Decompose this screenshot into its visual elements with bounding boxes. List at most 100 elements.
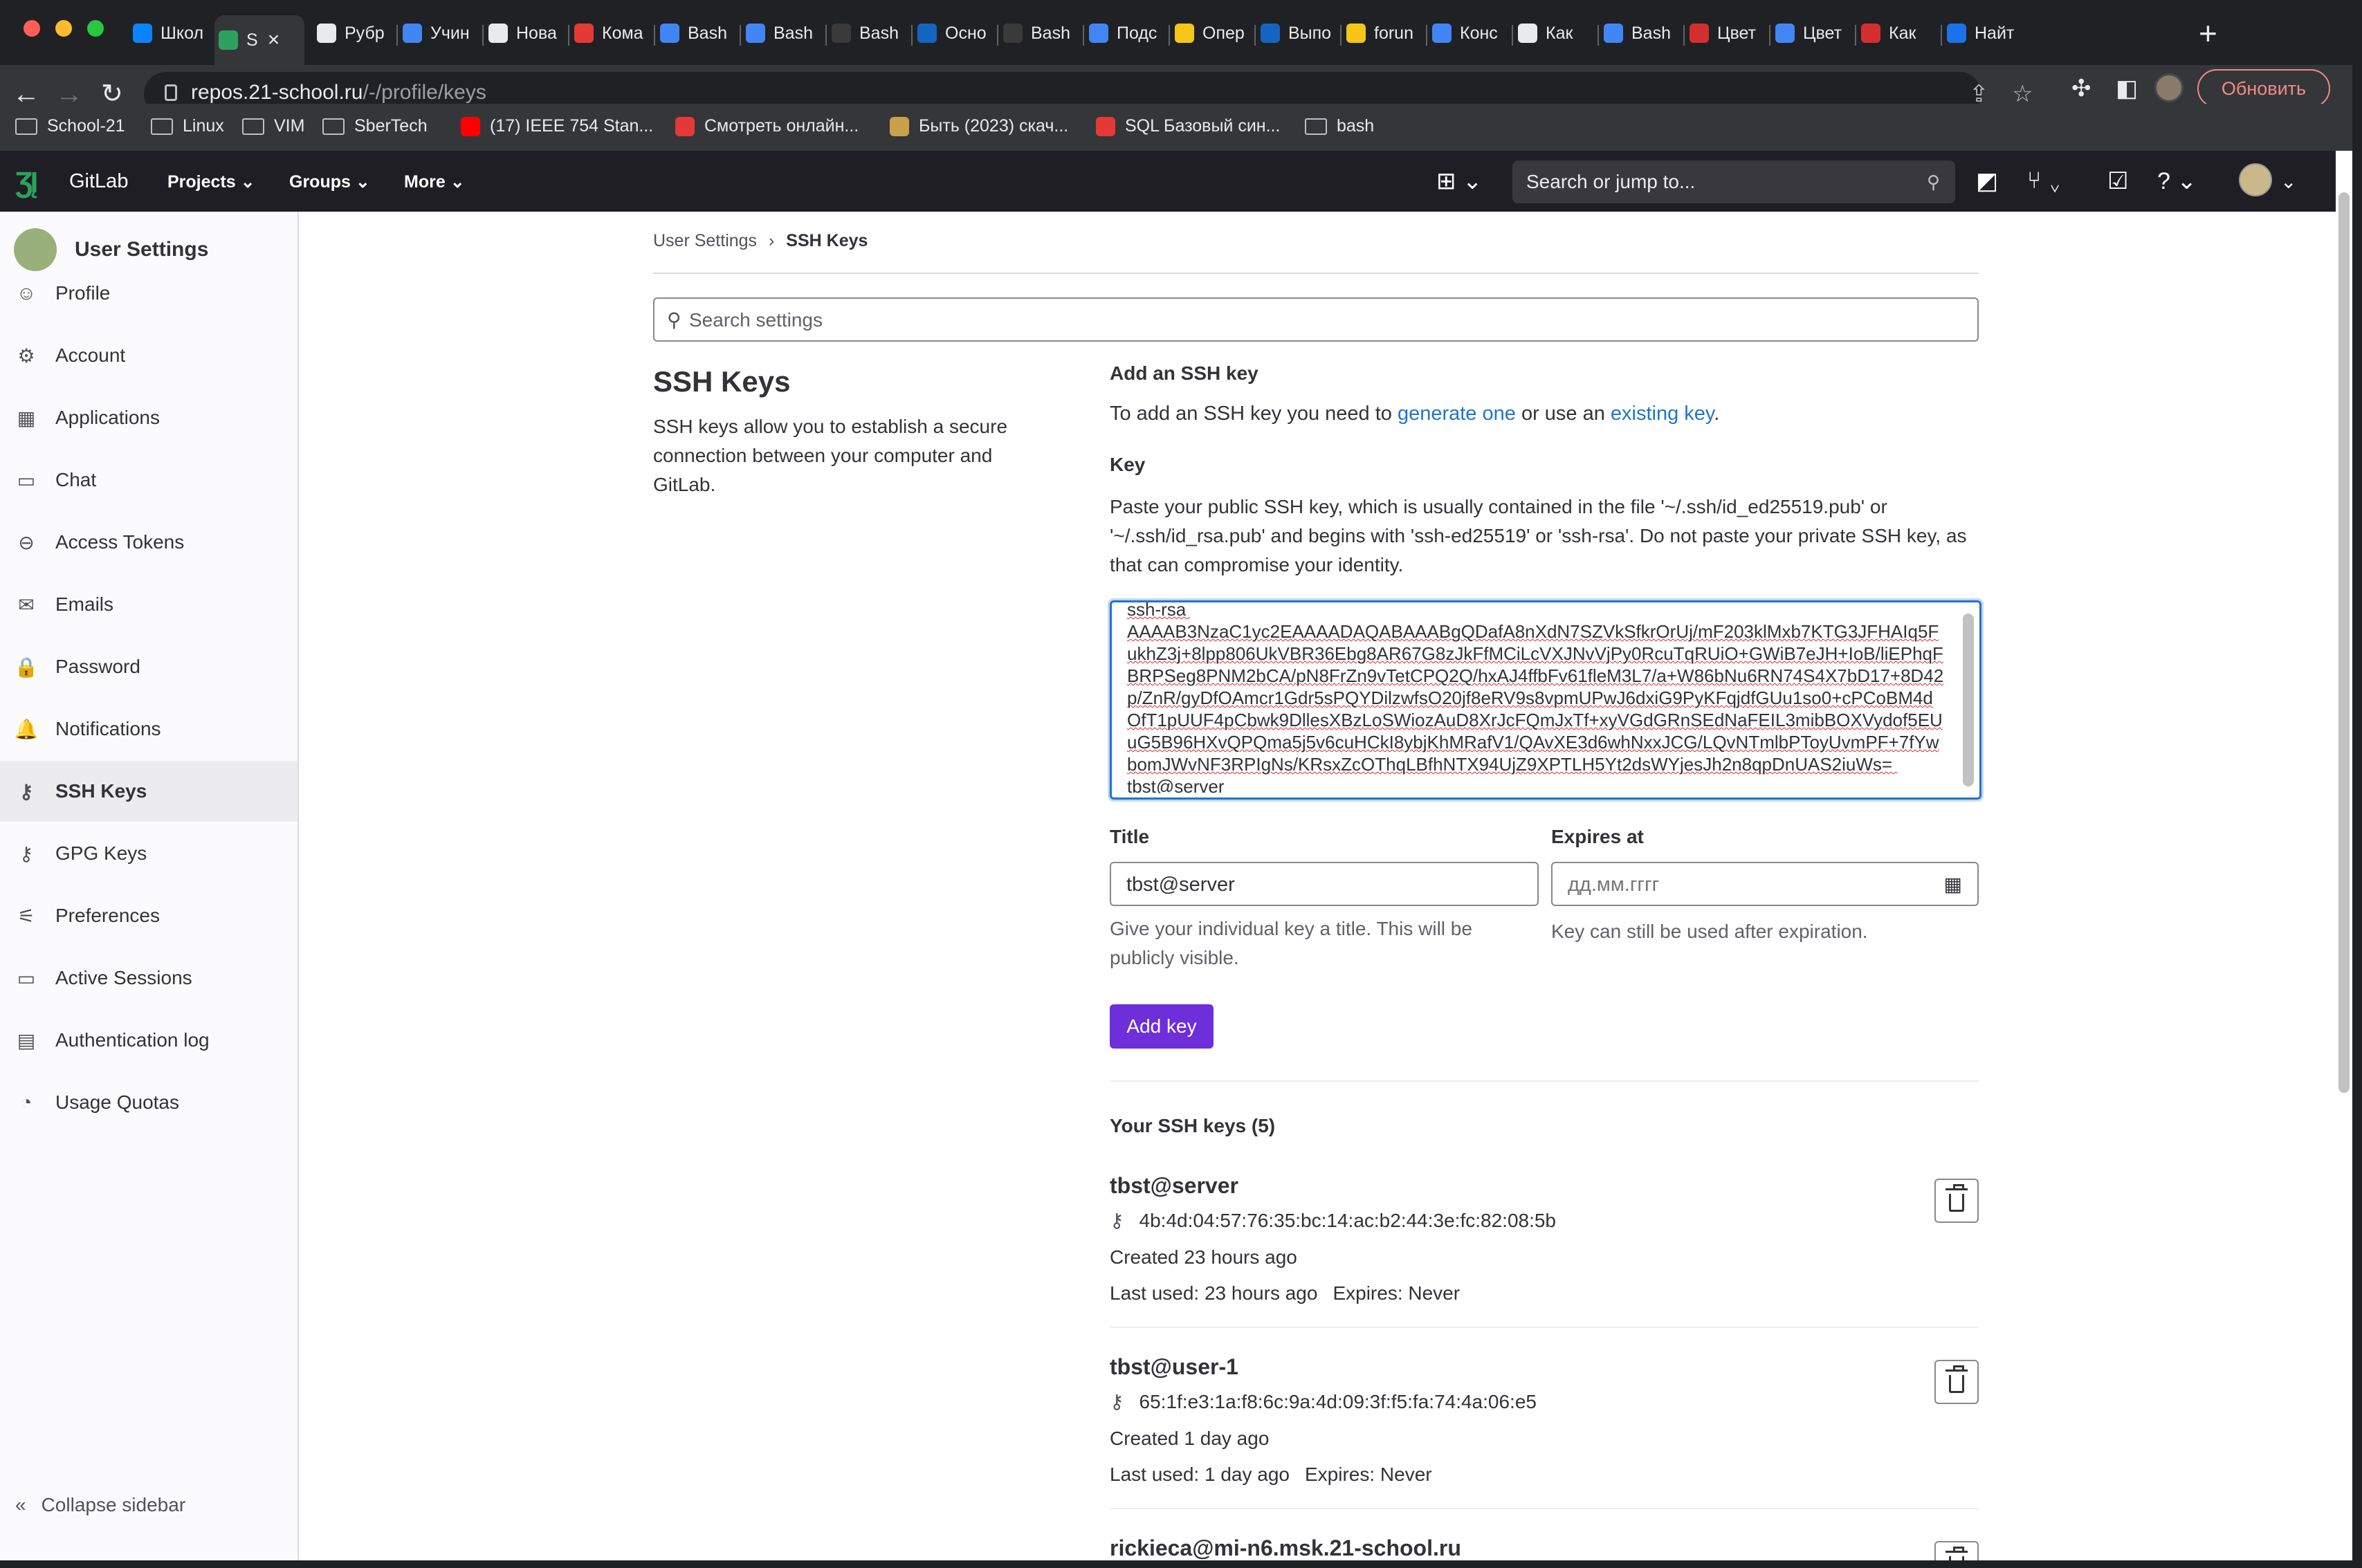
browser-tab[interactable]: Цвет [1685,15,1767,51]
bookmark-item[interactable]: Быть (2023) скач... [890,116,1068,136]
tab-favicon-icon [1089,24,1108,43]
browser-tab[interactable]: Как [1857,15,1939,51]
browser-tab[interactable]: Bash [999,15,1081,51]
browser-tab[interactable]: Bash [656,15,738,51]
bookmark-item[interactable]: VIM [242,116,304,136]
calendar-icon[interactable]: ▦ [1944,873,1962,896]
browser-tab[interactable]: Подс [1085,15,1166,51]
browser-tab[interactable]: Осно [913,15,995,51]
browser-tab[interactable]: Bash [1600,15,1681,51]
sidebar-item-label: Profile [55,282,111,304]
scrollbar-thumb[interactable] [2338,192,2350,1093]
browser-tab[interactable]: Найт [1943,15,2024,51]
update-button[interactable]: Обновить [2197,69,2330,108]
bookmark-item[interactable]: Смотреть онлайн... [675,116,859,136]
expires-input[interactable] [1568,871,1941,898]
browser-tab[interactable]: Опер [1171,15,1252,51]
tab-label: Как [1889,23,1916,43]
browser-tab[interactable]: Bash [742,15,823,51]
key-textarea[interactable] [1127,602,1945,793]
browser-tab[interactable]: Кома [570,15,652,51]
expires-field[interactable]: ▦ [1551,862,1979,906]
global-search-input[interactable] [1526,169,1914,195]
add-key-heading: Add an SSH key [1110,362,1258,384]
user-avatar[interactable] [2239,163,2272,196]
sidebar-item-usage-quotas[interactable]: ◔ Usage Quotas [0,1072,297,1133]
title-field[interactable] [1110,862,1539,906]
browser-tab[interactable]: forun [1342,15,1424,51]
gitlab-brand[interactable]: GitLab [69,170,128,193]
todos-icon[interactable]: ☑ [2107,167,2128,195]
browser-tab[interactable]: Выпо [1256,15,1338,51]
existing-key-link[interactable]: existing key [1611,403,1714,425]
extensions-icon[interactable]: ✣ [2071,75,2091,102]
tab-favicon-icon [917,24,937,43]
sidepanel-icon[interactable]: ◧ [2116,75,2138,102]
menu-projects[interactable]: Projects ⌄ [167,172,255,192]
help-icon[interactable]: ? ⌄ [2157,167,2197,195]
sidebar-item-password[interactable]: 🔒 Password [0,636,297,697]
sidebar-item-emails[interactable]: ✉ Emails [0,574,297,635]
tab-label: Опер [1202,23,1245,43]
bookmark-item[interactable]: SQL Базовый син... [1096,116,1280,136]
sidebar-item-profile[interactable]: ☺ Profile [0,263,297,324]
delete-key-button[interactable] [1934,1360,1979,1404]
bookmark-item[interactable]: Linux [151,116,224,136]
browser-tab[interactable]: S × [214,15,304,65]
sidebar-item-applications[interactable]: ▦ Applications [0,387,297,448]
collapse-sidebar-button[interactable]: « Collapse sidebar [15,1494,185,1516]
trash-icon [1946,1184,1968,1212]
menu-groups[interactable]: Groups ⌄ [289,172,370,192]
tab-label: Bash [1631,23,1671,43]
breadcrumb-parent[interactable]: User Settings [653,231,757,250]
issues-icon[interactable]: ◩ [1976,167,1998,195]
browser-tab[interactable]: Рубр [313,15,394,51]
generate-one-link[interactable]: generate one [1398,403,1516,425]
bookmark-item[interactable]: SberTech [322,116,428,136]
delete-key-button[interactable] [1934,1179,1979,1223]
minimize-window-button[interactable] [55,20,72,37]
sidebar-item-chat[interactable]: ▭ Chat [0,450,297,510]
sidebar-item-authentication-log[interactable]: ▤ Authentication log [0,1010,297,1071]
sidebar-item-active-sessions[interactable]: ▭ Active Sessions [0,948,297,1008]
browser-tab[interactable]: Школ [129,15,210,51]
page-scrollbar[interactable] [2336,151,2352,1568]
global-search[interactable]: ⚲ [1512,160,1955,203]
menu-more[interactable]: More ⌄ [404,172,465,192]
new-tab-button[interactable]: + [2199,12,2217,54]
browser-tab[interactable]: Учин [399,15,480,51]
tab-favicon-icon [317,24,336,43]
settings-search-input[interactable] [689,307,1934,333]
browser-profile-avatar[interactable] [2154,73,2184,102]
add-key-button[interactable]: Add key [1110,1004,1214,1049]
sidebar-item-ssh-keys[interactable]: ⚷ SSH Keys [0,761,297,822]
sidebar-item-label: Account [55,344,126,366]
tab-close-icon[interactable]: × [268,28,280,52]
browser-tab[interactable]: Цвет [1771,15,1853,51]
tab-label: Учин [430,23,470,43]
close-window-button[interactable] [24,20,40,37]
tab-label: Подс [1117,23,1157,43]
sidebar-item-access-tokens[interactable]: ⊖ Access Tokens [0,512,297,573]
settings-search[interactable]: ⚲ [653,297,1979,342]
browser-tab[interactable]: Bash [827,15,909,51]
bookmark-label: Быть (2023) скач... [919,116,1069,136]
sidebar-item-notifications[interactable]: 🔔 Notifications [0,699,297,759]
browser-tab[interactable]: Нова [484,15,566,51]
maximize-window-button[interactable] [87,20,104,37]
bookmark-item[interactable]: School-21 [15,116,125,136]
bookmark-item[interactable]: (17) IEEE 754 Stan... [461,116,653,136]
gitlab-logo-icon[interactable]: ƷĮ [15,166,38,199]
sidebar-item-gpg-keys[interactable]: ⚷ GPG Keys [0,823,297,884]
title-input[interactable] [1126,871,1500,898]
merge-requests-icon[interactable]: ⑂ ⌄ [2027,167,2062,194]
sidebar-item-account[interactable]: ⚙ Account [0,325,297,386]
sidebar-item-preferences[interactable]: ⚟ Preferences [0,885,297,946]
textarea-scrollbar[interactable] [1963,614,1974,786]
browser-tab[interactable]: Как [1514,15,1595,51]
create-new-icon[interactable]: ⊞ ⌄ [1436,167,1482,195]
chevron-down-icon[interactable]: ⌄ [2280,170,2296,193]
bookmark-item[interactable]: bash [1305,116,1374,136]
browser-tab[interactable]: Конс [1428,15,1510,51]
ssh-key-fingerprint: ⚷ 65:1f:e3:1a:f8:6c:9a:4d:09:3f:f5:fa:74:… [1110,1390,1537,1413]
